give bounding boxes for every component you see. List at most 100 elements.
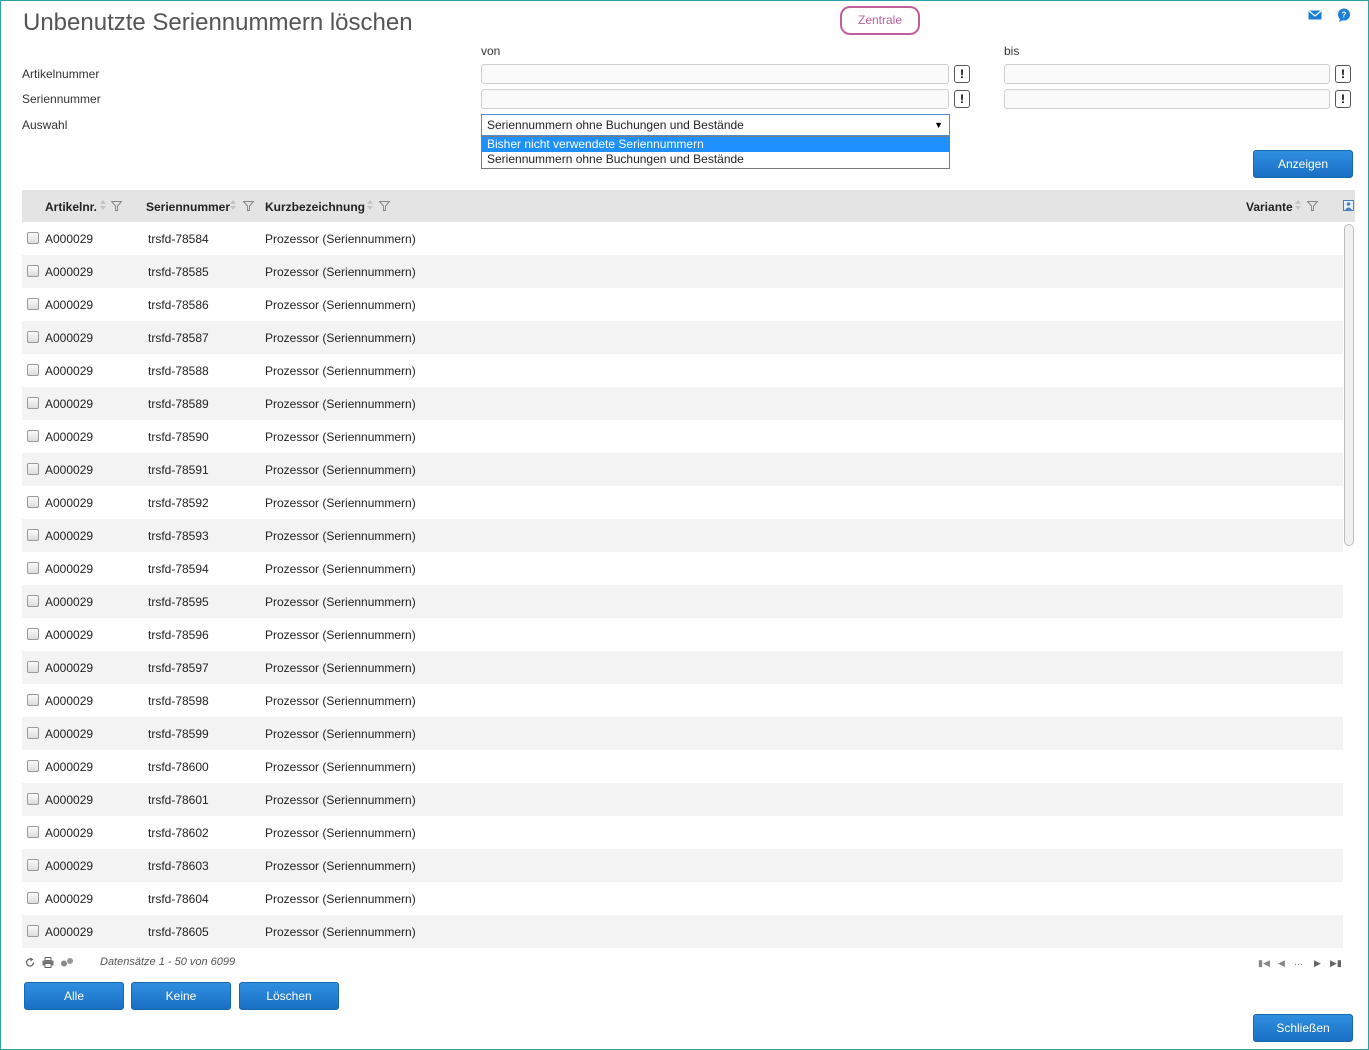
filter-icon[interactable] [243,201,254,211]
dropdown-option-unused[interactable]: Bisher nicht verwendete Seriennummern [482,137,949,152]
settings-icon[interactable] [60,957,74,968]
cell-serial: trsfd-78600 [148,760,209,774]
scrollbar-thumb[interactable] [1344,224,1354,546]
table-row[interactable]: A000029 trsfd-78602 Prozessor (Seriennumme… [22,816,1343,849]
caret-down-icon: ▼ [934,120,943,130]
row-checkbox[interactable] [27,298,39,310]
cell-serial: trsfd-78584 [148,232,209,246]
cell-short-desc: Prozessor (Seriennummern) [265,232,416,246]
cell-short-desc: Prozessor (Seriennummern) [265,430,416,444]
grid-scrollbar[interactable] [1343,222,1355,948]
column-chooser-icon[interactable] [1343,200,1354,211]
location-badge[interactable]: Zentrale [840,6,920,35]
mail-icon[interactable] [1308,8,1322,22]
row-checkbox[interactable] [27,529,39,541]
table-row[interactable]: A000029 trsfd-78593 Prozessor (Seriennumme… [22,519,1343,552]
table-row[interactable]: A000029 trsfd-78586 Prozessor (Seriennumme… [22,288,1343,321]
table-row[interactable]: A000029 trsfd-78584 Prozessor (Seriennumme… [22,222,1343,255]
table-row[interactable]: A000029 trsfd-78594 Prozessor (Seriennumme… [22,552,1343,585]
table-row[interactable]: A000029 trsfd-78590 Prozessor (Seriennumme… [22,420,1343,453]
sort-icon[interactable] [229,199,237,211]
row-checkbox[interactable] [27,397,39,409]
sort-icon[interactable] [99,199,107,211]
table-row[interactable]: A000029 trsfd-78596 Prozessor (Seriennumme… [22,618,1343,651]
table-row[interactable]: A000029 trsfd-78605 Prozessor (Seriennumme… [22,915,1343,948]
sort-icon[interactable] [366,199,374,211]
row-checkbox[interactable] [27,892,39,904]
table-row[interactable]: A000029 trsfd-78599 Prozessor (Seriennumme… [22,717,1343,750]
delete-button[interactable]: Löschen [239,982,339,1010]
select-none-button[interactable]: Keine [131,982,231,1010]
table-row[interactable]: A000029 trsfd-78589 Prozessor (Seriennumme… [22,387,1343,420]
last-page-icon[interactable]: ▶▮ [1330,958,1342,969]
table-row[interactable]: A000029 trsfd-78604 Prozessor (Seriennumme… [22,882,1343,915]
column-header-variant[interactable]: Variante [1246,200,1293,214]
article-number-to-input[interactable] [1004,64,1330,84]
cell-article: A000029 [45,793,94,807]
row-checkbox[interactable] [27,694,39,706]
table-row[interactable]: A000029 trsfd-78603 Prozessor (Seriennumme… [22,849,1343,882]
table-row[interactable]: A000029 trsfd-78592 Prozessor (Seriennumme… [22,486,1343,519]
cell-short-desc: Prozessor (Seriennummern) [265,628,416,642]
serial-number-from-exclusive-button[interactable]: ! [954,90,970,108]
row-checkbox[interactable] [27,496,39,508]
row-checkbox[interactable] [27,364,39,376]
cell-serial: trsfd-78588 [148,364,209,378]
article-number-from-exclusive-button[interactable]: ! [954,65,970,83]
row-checkbox[interactable] [27,430,39,442]
previous-page-icon[interactable]: ◀ [1278,958,1285,969]
serial-number-to-exclusive-button[interactable]: ! [1335,90,1351,108]
row-checkbox[interactable] [27,859,39,871]
row-checkbox[interactable] [27,826,39,838]
row-checkbox[interactable] [27,925,39,937]
row-checkbox[interactable] [27,595,39,607]
table-row[interactable]: A000029 trsfd-78598 Prozessor (Seriennumme… [22,684,1343,717]
page-title: Unbenutzte Seriennummern löschen [23,9,413,36]
table-row[interactable]: A000029 trsfd-78585 Prozessor (Seriennumme… [22,255,1343,288]
filter-icon[interactable] [111,201,122,211]
cell-short-desc: Prozessor (Seriennummern) [265,826,416,840]
filter-icon[interactable] [1307,201,1318,211]
help-icon[interactable]: ? [1337,8,1351,22]
serial-number-label: Seriennummer [22,92,101,106]
row-checkbox[interactable] [27,232,39,244]
sort-icon[interactable] [1294,199,1302,211]
filter-icon[interactable] [379,201,390,211]
table-row[interactable]: A000029 trsfd-78591 Prozessor (Seriennumme… [22,453,1343,486]
table-row[interactable]: A000029 trsfd-78600 Prozessor (Seriennumme… [22,750,1343,783]
next-page-icon[interactable]: ▶ [1314,958,1321,969]
serial-number-to-input[interactable] [1004,89,1330,109]
table-row[interactable]: A000029 trsfd-78597 Prozessor (Seriennumme… [22,651,1343,684]
cell-article: A000029 [45,727,94,741]
row-checkbox[interactable] [27,628,39,640]
close-button[interactable]: Schließen [1253,1014,1353,1042]
show-button[interactable]: Anzeigen [1253,150,1353,178]
row-checkbox[interactable] [27,727,39,739]
cell-article: A000029 [45,826,94,840]
row-checkbox[interactable] [27,760,39,772]
select-all-button[interactable]: Alle [24,982,124,1010]
article-number-from-input[interactable] [481,64,949,84]
dropdown-option-no-bookings[interactable]: Seriennummern ohne Buchungen und Beständ… [482,152,949,167]
table-row[interactable]: A000029 trsfd-78601 Prozessor (Seriennumme… [22,783,1343,816]
first-page-icon[interactable]: ▮◀ [1258,958,1270,969]
table-row[interactable]: A000029 trsfd-78587 Prozessor (Seriennumme… [22,321,1343,354]
row-checkbox[interactable] [27,661,39,673]
row-checkbox[interactable] [27,331,39,343]
selection-dropdown[interactable]: Seriennummern ohne Buchungen und Beständ… [481,114,950,136]
row-checkbox[interactable] [27,793,39,805]
print-icon[interactable] [42,957,54,968]
serial-number-from-input[interactable] [481,89,949,109]
column-header-serial[interactable]: Seriennummer [146,200,230,214]
row-checkbox[interactable] [27,265,39,277]
row-checkbox[interactable] [27,463,39,475]
table-row[interactable]: A000029 trsfd-78588 Prozessor (Seriennumme… [22,354,1343,387]
cell-serial: trsfd-78593 [148,529,209,543]
refresh-icon[interactable] [25,957,35,968]
table-row[interactable]: A000029 trsfd-78595 Prozessor (Seriennumme… [22,585,1343,618]
pager-ellipsis[interactable]: ... [1294,956,1303,968]
article-number-to-exclusive-button[interactable]: ! [1335,65,1351,83]
column-header-article[interactable]: Artikelnr. [45,200,97,214]
row-checkbox[interactable] [27,562,39,574]
column-header-short-desc[interactable]: Kurzbezeichnung [265,200,365,214]
